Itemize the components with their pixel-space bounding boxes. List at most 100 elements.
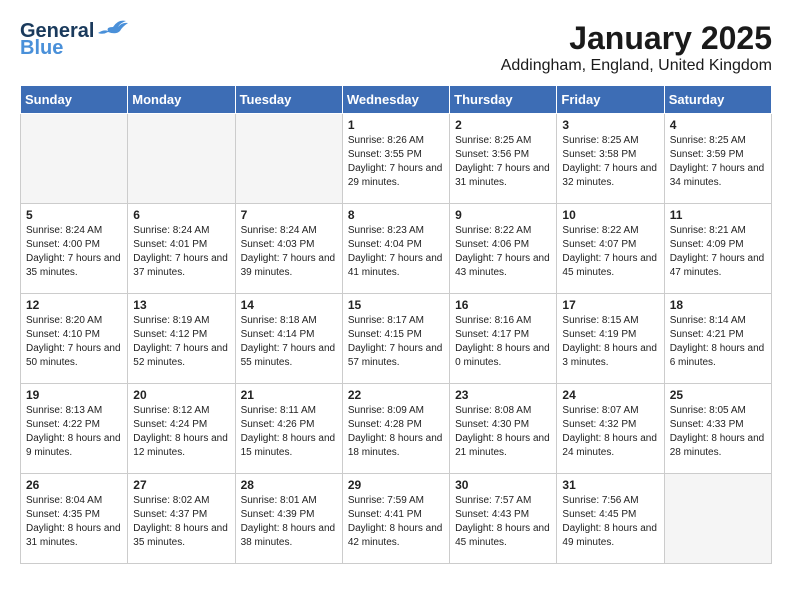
day-info: Sunrise: 8:15 AMSunset: 4:19 PMDaylight:… [562,314,658,370]
calendar-cell: 8 Sunrise: 8:23 AMSunset: 4:04 PMDaylight… [342,204,449,294]
day-number: 13 [133,298,229,312]
calendar-cell: 11 Sunrise: 8:21 AMSunset: 4:09 PMDayligh… [664,204,771,294]
day-info: Sunrise: 8:22 AMSunset: 4:06 PMDaylight:… [455,224,551,280]
calendar-cell: 16 Sunrise: 8:16 AMSunset: 4:17 PMDayligh… [450,294,557,384]
day-info: Sunrise: 8:17 AMSunset: 4:15 PMDaylight:… [348,314,444,370]
day-number: 4 [670,118,766,132]
day-info: Sunrise: 8:25 AMSunset: 3:59 PMDaylight:… [670,134,766,190]
calendar-week-row: 5 Sunrise: 8:24 AMSunset: 4:00 PMDaylight… [21,204,772,294]
day-number: 20 [133,388,229,402]
day-info: Sunrise: 8:01 AMSunset: 4:39 PMDaylight:… [241,494,337,550]
calendar-cell: 19Sunrise: 8:13 AMSunset: 4:22 PMDayligh… [21,384,128,474]
day-info: Sunrise: 8:12 AMSunset: 4:24 PMDaylight:… [133,404,229,460]
day-number: 12 [26,298,122,312]
day-number: 26 [26,478,122,492]
calendar-cell: 28 Sunrise: 8:01 AMSunset: 4:39 PMDayligh… [235,474,342,564]
calendar-cell: 27 Sunrise: 8:02 AMSunset: 4:37 PMDayligh… [128,474,235,564]
location: Addingham, England, United Kingdom [501,57,772,75]
day-info: Sunrise: 8:18 AMSunset: 4:14 PMDaylight:… [241,314,337,370]
weekday-header: Saturday [664,86,771,114]
day-number: 5 [26,208,122,222]
calendar-week-row: 19Sunrise: 8:13 AMSunset: 4:22 PMDayligh… [21,384,772,474]
day-number: 27 [133,478,229,492]
page-header: General Blue January 2025 Addingham, Eng… [20,20,772,75]
calendar-week-row: 26 Sunrise: 8:04 AMSunset: 4:35 PMDayligh… [21,474,772,564]
day-info: Sunrise: 8:26 AMSunset: 3:55 PMDaylight:… [348,134,444,190]
day-number: 30 [455,478,551,492]
day-info: Sunrise: 8:23 AMSunset: 4:04 PMDaylight:… [348,224,444,280]
day-number: 8 [348,208,444,222]
day-info: Sunrise: 7:59 AMSunset: 4:41 PMDaylight:… [348,494,444,550]
weekday-header: Thursday [450,86,557,114]
day-info: Sunrise: 8:07 AMSunset: 4:32 PMDaylight:… [562,404,658,460]
day-info: Sunrise: 8:13 AMSunset: 4:22 PMDaylight:… [26,404,122,460]
day-info: Sunrise: 8:25 AMSunset: 3:58 PMDaylight:… [562,134,658,190]
day-number: 17 [562,298,658,312]
calendar-table: SundayMondayTuesdayWednesdayThursdayFrid… [20,85,772,564]
day-number: 3 [562,118,658,132]
title-block: January 2025 Addingham, England, United … [501,20,772,75]
calendar-cell: 20 Sunrise: 8:12 AMSunset: 4:24 PMDayligh… [128,384,235,474]
day-info: Sunrise: 8:05 AMSunset: 4:33 PMDaylight:… [670,404,766,460]
calendar-cell: 10 Sunrise: 8:22 AMSunset: 4:07 PMDayligh… [557,204,664,294]
calendar-cell: 23Sunrise: 8:08 AMSunset: 4:30 PMDayligh… [450,384,557,474]
day-number: 24 [562,388,658,402]
calendar-cell: 1 Sunrise: 8:26 AMSunset: 3:55 PMDaylight… [342,114,449,204]
calendar-cell: 6Sunrise: 8:24 AMSunset: 4:01 PMDaylight… [128,204,235,294]
weekday-header: Sunday [21,86,128,114]
day-number: 31 [562,478,658,492]
calendar-cell: 22Sunrise: 8:09 AMSunset: 4:28 PMDayligh… [342,384,449,474]
calendar-cell: 17 Sunrise: 8:15 AMSunset: 4:19 PMDayligh… [557,294,664,384]
calendar-cell [128,114,235,204]
day-number: 18 [670,298,766,312]
day-number: 28 [241,478,337,492]
calendar-cell: 9Sunrise: 8:22 AMSunset: 4:06 PMDaylight… [450,204,557,294]
calendar-cell: 21 Sunrise: 8:11 AMSunset: 4:26 PMDayligh… [235,384,342,474]
calendar-cell: 31 Sunrise: 7:56 AMSunset: 4:45 PMDayligh… [557,474,664,564]
day-info: Sunrise: 8:24 AMSunset: 4:00 PMDaylight:… [26,224,122,280]
weekday-header: Friday [557,86,664,114]
logo: General Blue [20,20,128,60]
calendar-week-row: 1 Sunrise: 8:26 AMSunset: 3:55 PMDaylight… [21,114,772,204]
day-info: Sunrise: 8:16 AMSunset: 4:17 PMDaylight:… [455,314,551,370]
month-title: January 2025 [501,20,772,57]
calendar-cell: 30 Sunrise: 7:57 AMSunset: 4:43 PMDayligh… [450,474,557,564]
day-info: Sunrise: 7:57 AMSunset: 4:43 PMDaylight:… [455,494,551,550]
weekday-header: Tuesday [235,86,342,114]
calendar-header-row: SundayMondayTuesdayWednesdayThursdayFrid… [21,86,772,114]
day-info: Sunrise: 8:14 AMSunset: 4:21 PMDaylight:… [670,314,766,370]
calendar-cell: 29Sunrise: 7:59 AMSunset: 4:41 PMDayligh… [342,474,449,564]
day-number: 16 [455,298,551,312]
day-info: Sunrise: 8:22 AMSunset: 4:07 PMDaylight:… [562,224,658,280]
day-info: Sunrise: 8:02 AMSunset: 4:37 PMDaylight:… [133,494,229,550]
weekday-header: Monday [128,86,235,114]
day-info: Sunrise: 8:04 AMSunset: 4:35 PMDaylight:… [26,494,122,550]
day-info: Sunrise: 8:20 AMSunset: 4:10 PMDaylight:… [26,314,122,370]
day-info: Sunrise: 8:19 AMSunset: 4:12 PMDaylight:… [133,314,229,370]
day-number: 21 [241,388,337,402]
day-number: 22 [348,388,444,402]
calendar-cell [235,114,342,204]
day-number: 11 [670,208,766,222]
calendar-cell: 13 Sunrise: 8:19 AMSunset: 4:12 PMDayligh… [128,294,235,384]
calendar-cell [664,474,771,564]
weekday-header: Wednesday [342,86,449,114]
day-info: Sunrise: 8:21 AMSunset: 4:09 PMDaylight:… [670,224,766,280]
day-info: Sunrise: 7:56 AMSunset: 4:45 PMDaylight:… [562,494,658,550]
logo-blue: Blue [20,37,128,60]
day-number: 7 [241,208,337,222]
day-number: 15 [348,298,444,312]
calendar-cell [21,114,128,204]
calendar-cell: 18 Sunrise: 8:14 AMSunset: 4:21 PMDayligh… [664,294,771,384]
day-info: Sunrise: 8:11 AMSunset: 4:26 PMDaylight:… [241,404,337,460]
day-number: 6 [133,208,229,222]
calendar-cell: 14 Sunrise: 8:18 AMSunset: 4:14 PMDayligh… [235,294,342,384]
day-info: Sunrise: 8:25 AMSunset: 3:56 PMDaylight:… [455,134,551,190]
day-number: 1 [348,118,444,132]
day-number: 23 [455,388,551,402]
calendar-cell: 15 Sunrise: 8:17 AMSunset: 4:15 PMDayligh… [342,294,449,384]
day-number: 14 [241,298,337,312]
calendar-cell: 12 Sunrise: 8:20 AMSunset: 4:10 PMDayligh… [21,294,128,384]
day-number: 10 [562,208,658,222]
day-info: Sunrise: 8:24 AMSunset: 4:03 PMDaylight:… [241,224,337,280]
